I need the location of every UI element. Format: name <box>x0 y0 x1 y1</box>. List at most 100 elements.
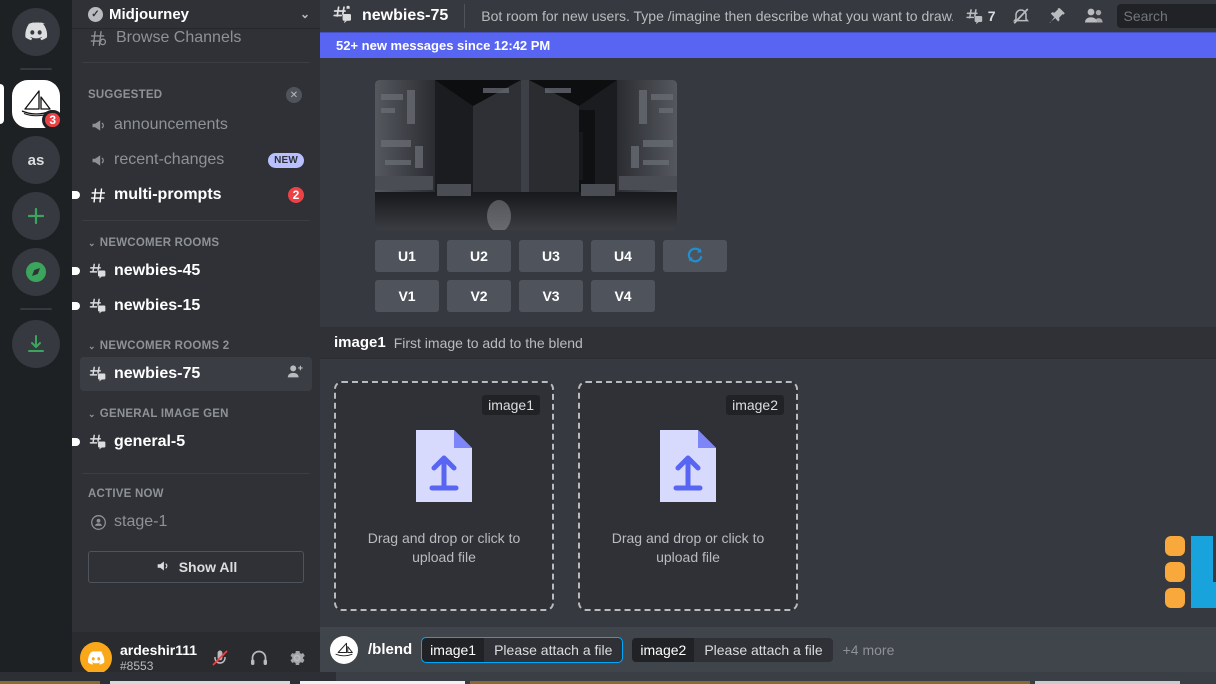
new-messages-label: 52+ new messages since 12:42 PM <box>336 37 551 53</box>
unread-indicator <box>72 191 80 199</box>
user-info[interactable]: ardeshir111 #8553 <box>120 642 198 673</box>
command-option-image1[interactable]: image1 Please attach a file <box>421 636 624 663</box>
category-suggested[interactable]: SUGGESTED ✕ <box>72 71 320 107</box>
server-as[interactable]: as <box>12 136 60 184</box>
option-value: Please attach a file <box>694 637 833 662</box>
hash-icon <box>88 187 108 204</box>
category-suggested-label: SUGGESTED <box>88 89 163 101</box>
home-button[interactable] <box>12 8 60 56</box>
verified-check-icon: ✓ <box>88 6 103 22</box>
stage-name: stage-1 <box>114 513 168 530</box>
dropzone-image1[interactable]: image1 Drag and drop or click to upload … <box>334 381 554 611</box>
blend-dropzones: image1 Drag and drop or click to upload … <box>320 359 1216 627</box>
unread-indicator <box>72 438 80 446</box>
category-general-image-gen[interactable]: ⌄ GENERAL IMAGE GEN <box>72 392 320 424</box>
new-messages-divider[interactable]: 52+ new messages since 12:42 PM <box>320 32 1216 58</box>
sidebar-item-multi-prompts[interactable]: multi-prompts 2 <box>72 178 312 212</box>
stage-icon <box>88 514 108 531</box>
u4-button[interactable]: U4 <box>591 240 655 272</box>
search-input[interactable]: Search <box>1117 4 1216 28</box>
chevron-down-icon: ⌄ <box>88 340 96 351</box>
channel-name: announcements <box>114 116 228 133</box>
reroll-button[interactable] <box>663 240 727 272</box>
show-all-button[interactable]: Show All <box>88 551 304 583</box>
dropzone-tag: image2 <box>726 395 784 415</box>
gear-icon[interactable] <box>282 642 312 674</box>
command-input-bar[interactable]: /blend image1 Please attach a file image… <box>320 627 1216 672</box>
category-newcomer-rooms-label: ⌄ NEWCOMER ROOMS <box>88 237 219 249</box>
sidebar-divider <box>82 62 310 63</box>
thread-icon <box>88 433 108 451</box>
server-name: Midjourney <box>109 5 190 23</box>
discord-window: 3 as ✓ Midjourney ⌄ Browse Channels SUGG… <box>0 0 1216 684</box>
channel-topic[interactable]: Bot room for new users. Type /imagine th… <box>481 8 952 24</box>
taskbar-strip <box>0 672 1216 684</box>
header-divider <box>464 4 466 28</box>
mic-muted-icon[interactable] <box>205 642 235 674</box>
announcement-icon <box>88 152 108 169</box>
v2-button[interactable]: V2 <box>447 280 511 312</box>
blend-option-name: image1 <box>334 334 386 351</box>
new-badge: NEW <box>268 152 304 168</box>
sidebar-item-general-5[interactable]: general-5 <box>72 425 312 459</box>
server-header[interactable]: ✓ Midjourney ⌄ <box>72 0 320 28</box>
thread-icon <box>88 297 108 315</box>
server-midjourney[interactable]: 3 <box>0 80 63 130</box>
v3-button[interactable]: V3 <box>519 280 583 312</box>
unread-count-badge: 2 <box>288 187 304 203</box>
thread-lock-icon <box>332 4 354 29</box>
command-option-image2[interactable]: image2 Please attach a file <box>632 637 833 662</box>
invite-member-icon[interactable] <box>286 363 304 386</box>
generated-image[interactable] <box>375 80 677 230</box>
u2-button[interactable]: U2 <box>447 240 511 272</box>
dropzone-image2[interactable]: image2 Drag and drop or click to upload … <box>578 381 798 611</box>
sidebar-item-recent-changes[interactable]: recent-changes NEW <box>80 143 312 177</box>
compass-icon <box>12 248 60 296</box>
midjourney-bot-avatar <box>330 635 358 664</box>
category-newcomer-rooms[interactable]: ⌄ NEWCOMER ROOMS <box>72 229 320 253</box>
explore-servers-button[interactable] <box>12 248 60 296</box>
file-upload-icon <box>412 426 476 511</box>
headphones-icon[interactable] <box>243 642 273 674</box>
add-server-button[interactable] <box>12 192 60 240</box>
download-apps-button[interactable] <box>12 320 60 368</box>
sidebar-item-announcements[interactable]: announcements <box>80 108 312 142</box>
threads-icon[interactable]: 7 <box>961 7 1000 25</box>
close-icon[interactable]: ✕ <box>286 87 302 103</box>
u1-button[interactable]: U1 <box>375 240 439 272</box>
v4-button[interactable]: V4 <box>591 280 655 312</box>
sidebar-item-newbies-45[interactable]: newbies-45 <box>72 254 312 288</box>
server-rail: 3 as <box>0 0 72 684</box>
sidebar-item-newbies-75[interactable]: newbies-75 <box>80 357 312 391</box>
active-now-label: ACTIVE NOW <box>88 488 164 500</box>
active-now-header: ACTIVE NOW <box>72 482 320 504</box>
dropzone-text: Drag and drop or click to upload file <box>367 529 521 565</box>
notification-muted-icon[interactable] <box>1007 6 1035 26</box>
more-options-label[interactable]: +4 more <box>843 642 895 658</box>
username: ardeshir111 <box>120 642 198 659</box>
sidebar-item-newbies-15[interactable]: newbies-15 <box>72 289 312 323</box>
option-value: Please attach a file <box>484 637 623 662</box>
watermark-logo <box>1163 534 1216 619</box>
thread-icon <box>88 365 108 383</box>
active-now-stage-1[interactable]: stage-1 <box>80 505 312 539</box>
rail-divider-2 <box>20 308 52 310</box>
channel-title: newbies-75 <box>362 7 449 24</box>
pin-icon[interactable] <box>1043 6 1071 26</box>
announcement-icon <box>88 117 108 134</box>
show-all-label: Show All <box>178 559 238 575</box>
file-upload-icon <box>656 426 720 511</box>
reroll-icon <box>686 246 704 267</box>
channel-list[interactable]: Browse Channels SUGGESTED ✕ announcement… <box>72 28 320 632</box>
members-icon[interactable] <box>1079 6 1109 26</box>
active-server-pill <box>0 84 4 124</box>
avatar[interactable] <box>80 642 112 674</box>
user-discriminator: #8553 <box>120 658 154 673</box>
category-text: NEWCOMER ROOMS <box>99 237 220 249</box>
category-newcomer-rooms-2[interactable]: ⌄ NEWCOMER ROOMS 2 <box>72 324 320 356</box>
category-text: GENERAL IMAGE GEN <box>99 408 229 420</box>
discord-home-icon <box>12 8 60 56</box>
u3-button[interactable]: U3 <box>519 240 583 272</box>
browse-channels-button[interactable]: Browse Channels <box>80 28 312 54</box>
v1-button[interactable]: V1 <box>375 280 439 312</box>
